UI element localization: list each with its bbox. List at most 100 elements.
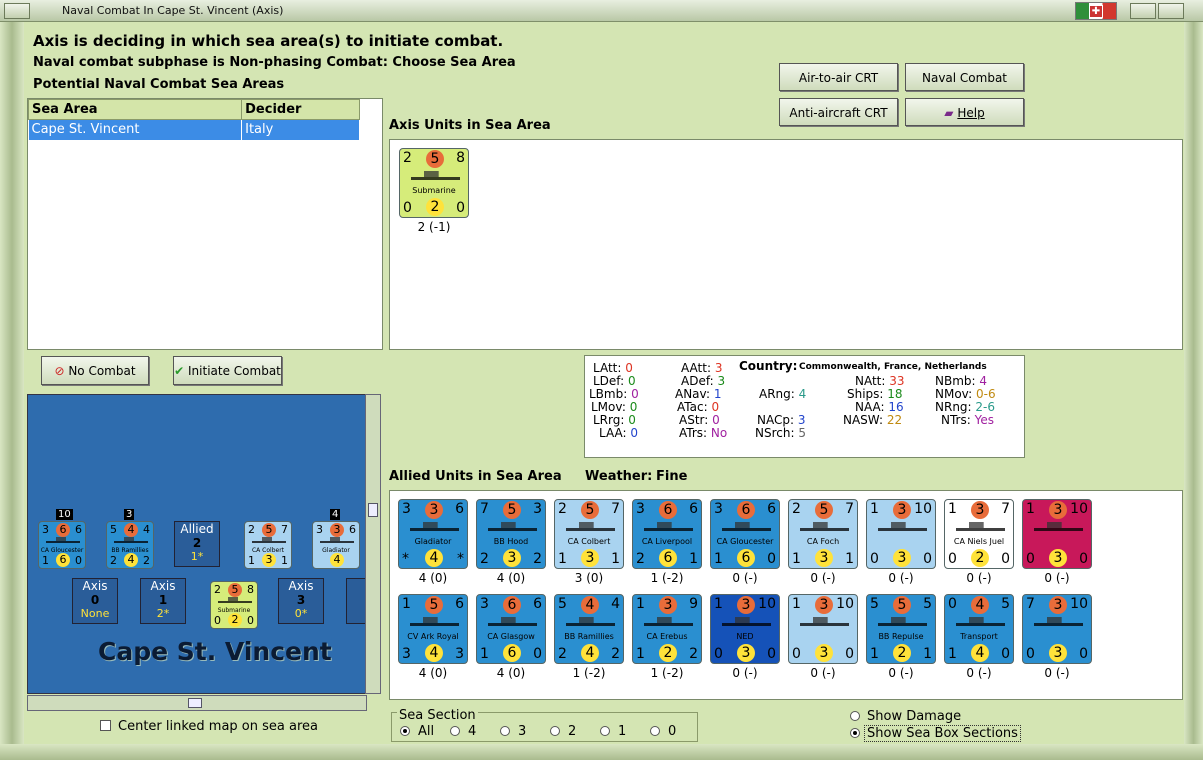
stat-value: No [710, 426, 728, 440]
sea-section-radio[interactable] [600, 726, 610, 736]
unit-counter[interactable]: 0 4 5 Transport 1 4 0 [944, 594, 1014, 664]
unit-counter[interactable]: 2 5 7 CA Colbert 1 3 1 [554, 499, 624, 569]
stat-value: 0 [625, 361, 633, 375]
table-row[interactable]: Cape St. Vincent Italy [28, 119, 360, 140]
unit-counter[interactable]: 1 3 10 NED 0 3 0 [710, 594, 780, 664]
map-horizontal-scrollbar[interactable] [27, 695, 367, 711]
stat-nasw: NASW: 22 [843, 413, 903, 427]
stat-value: 0 [712, 413, 720, 427]
window-menu-button[interactable] [4, 3, 30, 19]
sea-box-value: 2 [192, 536, 202, 550]
naval-combat-chart-button[interactable]: Naval Combat Chart [905, 63, 1024, 113]
stat-nrng: NRng: 2-6 [935, 400, 996, 414]
unit-counter[interactable]: 2 5 8 Submarine 0 2 0 [399, 148, 469, 218]
center-map-checkbox[interactable] [100, 720, 111, 731]
sea-area-list[interactable]: Sea Area Decider Cape St. Vincent Italy [27, 98, 383, 350]
sea-section-radio[interactable] [400, 726, 410, 736]
map-vertical-scrollbar[interactable] [365, 394, 381, 694]
unit-counter[interactable]: 5 4 4 BB Ramillies 2 4 2 [106, 521, 154, 569]
unit-counter[interactable]: 7 5 3 BB Hood 2 3 2 [476, 499, 546, 569]
unit-strength: 4 (0) [418, 571, 448, 585]
unit-counter[interactable]: 1 3 10 0 3 0 [866, 499, 936, 569]
unit-counter[interactable]: 7 3 10 0 3 0 [1022, 594, 1092, 664]
frame-right [1184, 22, 1203, 760]
counter-value: 1 [636, 646, 645, 662]
cell-sea-area[interactable]: Cape St. Vincent [28, 119, 243, 140]
unit-counter[interactable]: 3 6 6 CA Liverpool 2 6 1 [632, 499, 702, 569]
sea-area-map[interactable]: 3 6 6 CA Gloucester 1 6 0 1 0 5 4 4 BB Ramillies 2 4 2 3… [27, 394, 367, 694]
unit-counter[interactable]: 1 3 10 0 3 0 [788, 594, 858, 664]
unit-counter[interactable]: 3 3 6 Gladiator 4 [312, 521, 360, 569]
stat-ntrs: NTrs: Yes [941, 413, 994, 427]
counter-value: 8 [456, 150, 465, 166]
stat-value: 4 [979, 374, 988, 388]
counter-label: BB Repulse [878, 632, 924, 642]
ship-silhouette-icon [721, 617, 771, 626]
country-label: Country: [739, 359, 798, 373]
air-to-air-crt-button[interactable]: Air-to-air CRT [779, 63, 898, 91]
counter-value: 2 [636, 551, 645, 567]
help-label: Help [957, 106, 985, 120]
help-button[interactable]: ▰ Help [905, 98, 1024, 126]
counter-value: 5 [426, 150, 444, 168]
ship-silhouette-icon [46, 537, 80, 544]
sea-box[interactable]: A [346, 578, 366, 624]
stat-astr: AStr: 0 [679, 413, 720, 427]
unit-counter[interactable]: 1 3 7 CA Niels Juel 0 2 0 [944, 499, 1014, 569]
scroll-thumb[interactable] [368, 503, 378, 517]
stat-laa: LAA: 0 [599, 426, 638, 440]
sea-section-radio[interactable] [450, 726, 460, 736]
unit-counter[interactable]: 2 5 7 CA Colbert 1 3 1 [244, 521, 292, 569]
ship-silhouette-icon [487, 617, 537, 626]
counter-value: 0 [1079, 646, 1088, 662]
counter-value: 0 [456, 200, 465, 216]
col-sea-area[interactable]: Sea Area [27, 99, 243, 120]
stat-value: 2-6 [975, 400, 996, 414]
minimize-button[interactable] [1130, 3, 1156, 19]
sea-section-radio[interactable] [650, 726, 660, 736]
unit-counter[interactable]: 3 3 6 Gladiator * 4 * [398, 499, 468, 569]
counter-value: 1 [281, 554, 288, 567]
counter-value: 3 [1049, 549, 1067, 567]
sea-box[interactable]: Axis 1 2* [140, 578, 186, 624]
counter-value: 0 [403, 200, 412, 216]
anti-aircraft-crt-button[interactable]: Anti-aircraft CRT [779, 98, 898, 126]
sea-section-option: All [418, 724, 435, 739]
counter-value: 4 [425, 644, 443, 662]
unit-counter[interactable]: 2 5 8 Submarine 0 2 0 [210, 581, 258, 629]
stat-ships: Ships: 18 [847, 387, 903, 401]
stat-adef: ADef: 3 [681, 374, 726, 388]
initiate-combat-button[interactable]: ✔ Initiate Combat [173, 356, 282, 385]
counter-value: 0 [533, 646, 542, 662]
counter-value: 10 [914, 501, 932, 517]
unit-counter[interactable]: 2 5 7 CA Foch 1 3 1 [788, 499, 858, 569]
counter-value: 1 [923, 646, 932, 662]
sea-box[interactable]: Allied 2 1* [174, 521, 220, 567]
col-decider[interactable]: Decider [241, 99, 360, 120]
counter-value: 0 [214, 614, 221, 627]
sea-box-status: None [80, 607, 110, 620]
sea-box[interactable]: Axis 0 None [72, 578, 118, 624]
unit-counter[interactable]: 5 5 5 BB Repulse 1 2 1 [866, 594, 936, 664]
counter-value: 7 [1001, 501, 1010, 517]
cell-decider[interactable]: Italy [241, 119, 360, 140]
counter-value: 5 [503, 501, 521, 519]
show-sea-box-radio[interactable] [850, 728, 860, 738]
unit-counter[interactable]: 3 6 6 CA Glasgow 1 6 0 [476, 594, 546, 664]
unit-counter[interactable]: 3 6 6 CA Gloucester 1 6 0 [38, 521, 86, 569]
show-damage-radio[interactable] [850, 711, 860, 721]
counter-value: 1 [248, 554, 255, 567]
sea-box[interactable]: Axis 3 0* [278, 578, 324, 624]
unit-counter[interactable]: 3 6 6 CA Gloucester 1 6 0 [710, 499, 780, 569]
unit-counter[interactable]: 1 5 6 CV Ark Royal 3 4 3 [398, 594, 468, 664]
close-button[interactable] [1158, 3, 1184, 19]
sea-section-radio[interactable] [500, 726, 510, 736]
scroll-thumb[interactable] [188, 698, 202, 708]
sea-section-radio[interactable] [550, 726, 560, 736]
counter-value: 2 [659, 644, 677, 662]
counter-label: NED [736, 632, 754, 642]
unit-counter[interactable]: 5 4 4 BB Ramillies 2 4 2 [554, 594, 624, 664]
no-combat-button[interactable]: ⊘ No Combat [41, 356, 149, 385]
unit-counter[interactable]: 1 3 10 0 3 0 [1022, 499, 1092, 569]
unit-counter[interactable]: 1 3 9 CA Erebus 1 2 2 [632, 594, 702, 664]
